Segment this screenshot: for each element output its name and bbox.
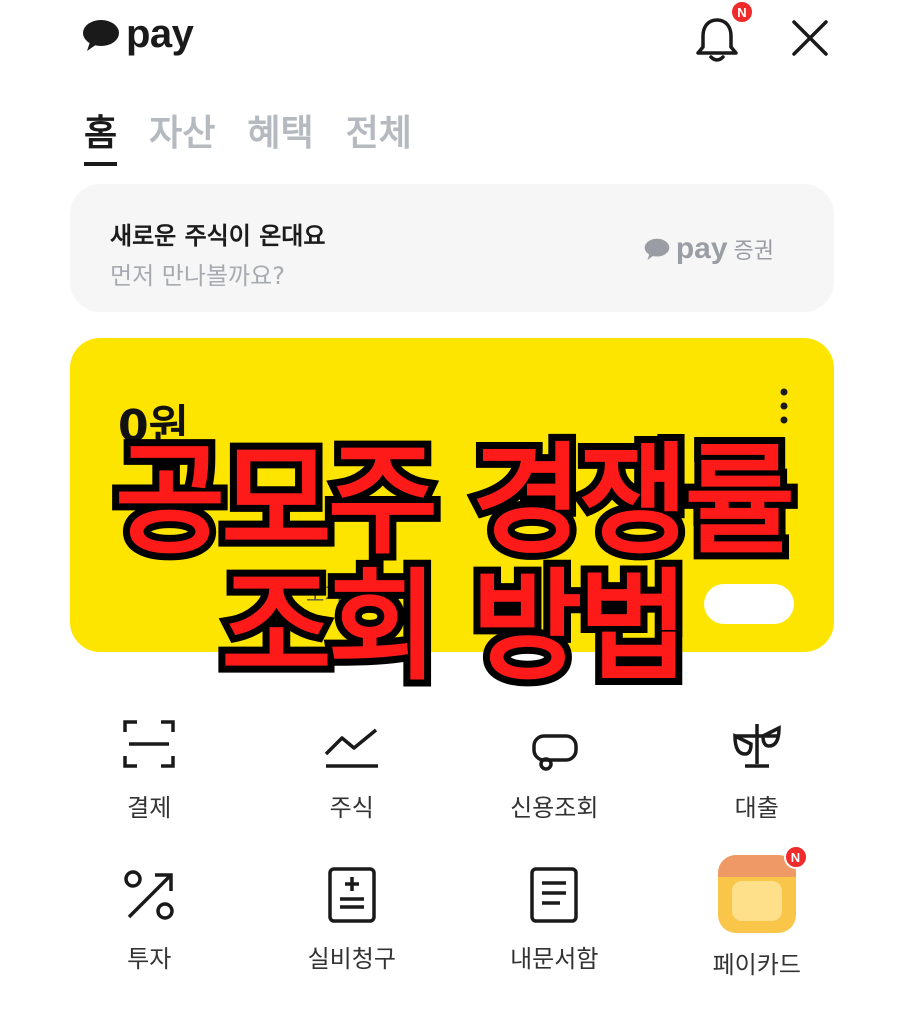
service-grid: 결제 주식 신용조회 대출 투자 실비청구 내문서함 N 페이카드 [48, 700, 858, 980]
service-label: 주식 [329, 794, 374, 822]
speech-bubble-icon [83, 19, 119, 51]
promo-subtitle: 먼저 만나볼까요? [110, 262, 285, 290]
service-label: 페이카드 [712, 951, 801, 979]
service-medical-claim[interactable]: 실비청구 [251, 851, 454, 980]
service-label: 투자 [127, 945, 172, 973]
balance-partial-text: 보기 [306, 582, 343, 606]
service-stocks[interactable]: 주식 [251, 700, 454, 823]
tab-home[interactable]: 홈 [84, 104, 118, 166]
pay-securities-brand: pay 증권 [644, 232, 774, 266]
service-my-documents[interactable]: 내문서함 [453, 851, 656, 980]
balance-action-button[interactable] [704, 584, 794, 624]
notification-badge: N [730, 0, 754, 24]
paycard-icon [717, 855, 796, 933]
brand-pay-text: pay [675, 232, 728, 265]
brand-securities-text: 증권 [733, 239, 774, 264]
close-button[interactable] [788, 16, 832, 60]
more-options-icon[interactable] [772, 386, 796, 426]
service-paycard[interactable]: N 페이카드 [656, 845, 859, 980]
service-label: 결제 [127, 794, 172, 822]
service-credit-check[interactable]: 신용조회 [453, 700, 656, 823]
tab-benefits[interactable]: 혜택 [247, 104, 313, 166]
service-label: 신용조회 [510, 794, 599, 822]
chart-icon [324, 728, 378, 768]
service-label: 실비청구 [307, 945, 396, 973]
balance-amount: 0원 [118, 401, 190, 452]
close-icon [792, 20, 828, 56]
medical-doc-icon [328, 867, 376, 923]
service-payment[interactable]: 결제 [48, 700, 251, 823]
scale-icon [732, 724, 781, 768]
tab-all[interactable]: 전체 [346, 104, 412, 166]
speech-bubble-icon [644, 238, 670, 260]
logo-text: pay [126, 12, 194, 56]
top-tabs: 홈 자산 혜택 전체 [84, 104, 412, 166]
service-invest[interactable]: 투자 [48, 851, 251, 980]
credit-icon [532, 734, 578, 771]
service-label: 대출 [734, 794, 779, 822]
service-loan[interactable]: 대출 [656, 700, 859, 823]
service-label: 내문서함 [510, 945, 599, 973]
document-icon [530, 867, 578, 923]
promo-title: 새로운 주식이 온대요 [110, 222, 326, 250]
notification-bell-button[interactable]: N [692, 0, 754, 64]
tab-assets[interactable]: 자산 [149, 104, 215, 166]
scan-icon [123, 720, 175, 768]
kakaopay-logo: pay [82, 12, 194, 57]
paycard-badge: N [783, 845, 808, 869]
percent-icon [124, 870, 174, 920]
balance-card[interactable]: 0원 보기 [70, 338, 834, 652]
securities-promo-card[interactable]: 새로운 주식이 온대요 먼저 만나볼까요? pay 증권 [70, 184, 834, 312]
